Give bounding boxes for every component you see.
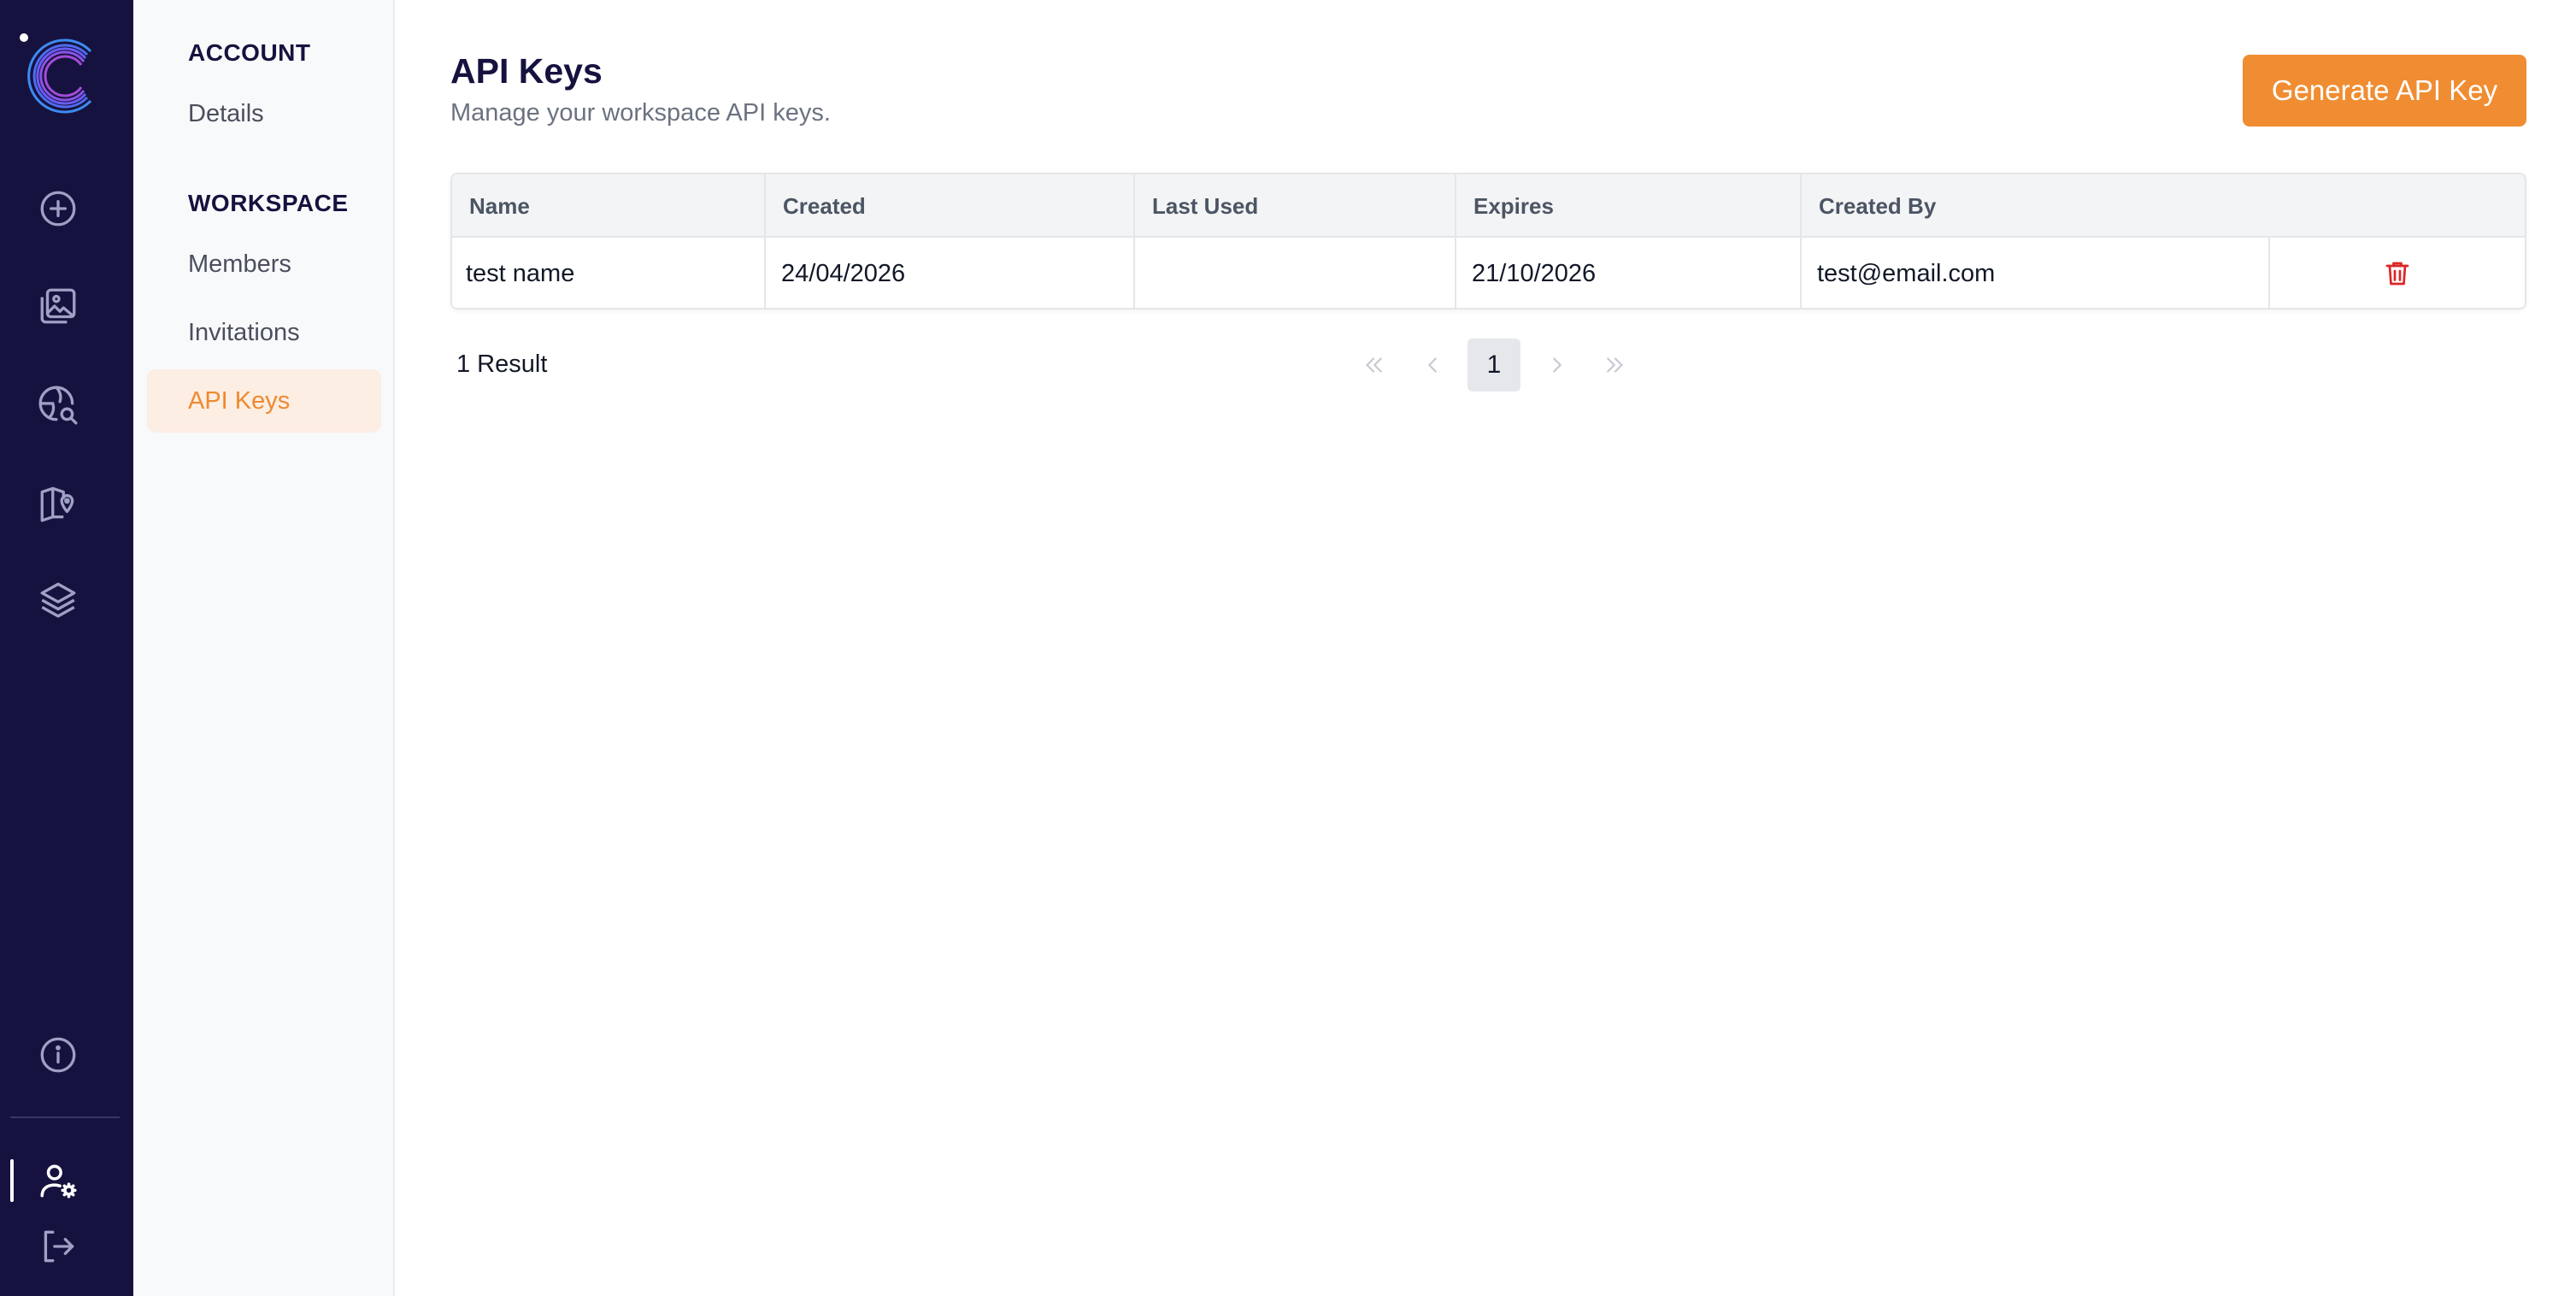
cell-created-by: test@email.com <box>1802 238 2270 308</box>
result-count: 1 Result <box>456 351 548 378</box>
chevrons-left-icon <box>1366 357 1382 373</box>
icon-rail <box>0 0 133 1296</box>
nav-item-members[interactable]: Members <box>147 233 381 296</box>
page-subtitle: Manage your workspace API keys. <box>450 99 831 127</box>
user-settings-icon[interactable] <box>32 1156 84 1207</box>
last-page-button[interactable] <box>1589 339 1642 392</box>
nav-item-api-keys[interactable]: API Keys <box>147 369 381 433</box>
chevron-left-icon <box>1428 357 1437 373</box>
table-header: Name Created Last Used Expires Created B… <box>452 174 2525 238</box>
info-icon[interactable] <box>32 1029 84 1081</box>
column-header-created[interactable]: Created <box>766 174 1135 238</box>
nav-section-account: ACCOUNT <box>188 39 311 66</box>
api-keys-table: Name Created Last Used Expires Created B… <box>450 173 2526 309</box>
page-title: API Keys <box>450 51 603 91</box>
next-page-button[interactable] <box>1531 339 1584 392</box>
app-window: ACCOUNT Details WORKSPACE Members Invita… <box>0 0 2576 1296</box>
map-pin-icon[interactable] <box>32 477 84 528</box>
cell-created: 24/04/2026 <box>766 238 1135 308</box>
main-content: API Keys Manage your workspace API keys.… <box>395 0 2576 1296</box>
image-gallery-icon[interactable] <box>32 280 84 332</box>
layers-icon[interactable] <box>32 574 84 626</box>
generate-api-key-button[interactable]: Generate API Key <box>2243 55 2526 127</box>
column-header-name[interactable]: Name <box>452 174 766 238</box>
chevrons-right-icon <box>1607 357 1623 373</box>
cell-expires: 21/10/2026 <box>1456 238 1802 308</box>
nav-item-invitations[interactable]: Invitations <box>147 301 381 364</box>
column-header-last-used[interactable]: Last Used <box>1135 174 1456 238</box>
logout-icon[interactable] <box>32 1221 84 1272</box>
nav-section-workspace: WORKSPACE <box>188 190 349 216</box>
trash-icon <box>2385 262 2409 286</box>
logo-icon[interactable] <box>17 31 106 120</box>
cell-actions <box>2270 238 2525 308</box>
first-page-button[interactable] <box>1347 339 1400 392</box>
globe-search-icon[interactable] <box>32 380 84 431</box>
column-header-expires[interactable]: Expires <box>1456 174 1802 238</box>
rail-active-indicator <box>10 1159 14 1202</box>
rail-divider <box>10 1116 120 1118</box>
delete-key-button[interactable] <box>2378 254 2417 293</box>
cell-last-used <box>1135 238 1456 308</box>
nav-item-details[interactable]: Details <box>147 82 381 145</box>
table-row: test name 24/04/2026 21/10/2026 test@ema… <box>452 238 2525 308</box>
cell-name: test name <box>452 238 766 308</box>
settings-nav: ACCOUNT Details WORKSPACE Members Invita… <box>133 0 395 1296</box>
column-header-created-by[interactable]: Created By <box>1802 174 2525 238</box>
add-icon[interactable] <box>32 183 84 234</box>
chevron-right-icon <box>1553 357 1561 373</box>
page-button-current[interactable]: 1 <box>1467 339 1520 392</box>
previous-page-button[interactable] <box>1406 339 1459 392</box>
